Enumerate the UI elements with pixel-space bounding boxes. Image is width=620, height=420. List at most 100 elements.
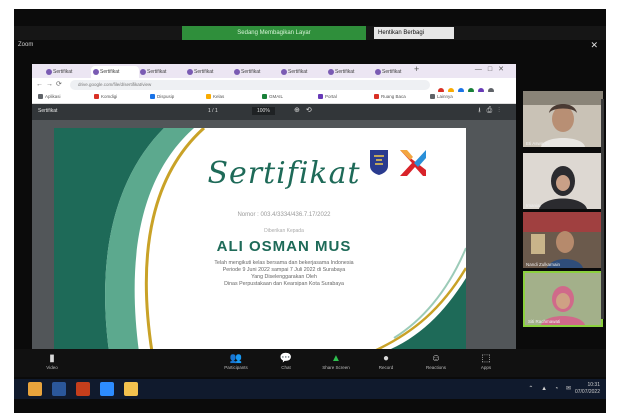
bookmark-icon bbox=[94, 94, 99, 99]
pdf-viewer: Sertifikat Nomor : 003.4/3334/436.7.17/2… bbox=[32, 120, 516, 352]
control-label: Share Screen bbox=[322, 365, 350, 370]
participant-tile[interactable]: Eti Aswarmi bbox=[523, 91, 603, 147]
stop-share-button[interactable]: Hentikan Berbagi bbox=[374, 27, 454, 39]
bookmark-icon bbox=[206, 94, 211, 99]
participant-tile[interactable]: Imaniar bbox=[523, 153, 603, 209]
download-print-menu-icons[interactable]: ⭳⎙⋮ bbox=[478, 106, 506, 117]
record-icon: ● bbox=[382, 353, 390, 364]
reactions-icon: ☺ bbox=[430, 353, 442, 364]
screen-frame: Sedang Membagikan Layar Hentikan Berbagi… bbox=[14, 9, 606, 413]
bookmark-icon bbox=[318, 94, 323, 99]
apps-button[interactable]: ⬚ Apps bbox=[460, 352, 512, 370]
browser-tab[interactable]: Sertifikat bbox=[326, 66, 374, 78]
participants-scrollbar[interactable] bbox=[601, 99, 604, 319]
bookmark-icon bbox=[262, 94, 267, 99]
reactions-button[interactable]: ☺ Reactions bbox=[410, 352, 462, 370]
surabaya-crest-icon bbox=[370, 150, 388, 175]
browser-tab[interactable]: Sertifikat bbox=[44, 66, 92, 78]
browser-tab[interactable]: Sertifikat bbox=[91, 66, 139, 78]
program-logo-icon bbox=[400, 150, 426, 176]
zoom-rotate-icons[interactable]: ⊕⟲ bbox=[294, 106, 318, 114]
sharing-notice: Sedang Membagikan Layar bbox=[182, 26, 366, 40]
control-label: Video bbox=[46, 365, 58, 370]
record-button[interactable]: ● Record bbox=[360, 352, 412, 370]
participant-name: Siti Rachmawati bbox=[528, 319, 561, 324]
tab-favicon-icon bbox=[46, 69, 52, 75]
tab-label: Sertifikat bbox=[100, 69, 120, 75]
chat-button[interactable]: 💬 Chat bbox=[260, 352, 312, 370]
tab-bar: Sertifikat Sertifikat Sertifikat Sertifikat… bbox=[32, 64, 516, 78]
participant-video bbox=[523, 212, 603, 268]
participant-name: Eti Aswarmi bbox=[526, 141, 550, 146]
participants-icon: 👥 bbox=[229, 353, 243, 364]
control-label: Apps bbox=[480, 365, 492, 370]
tab-label: Sertifikat bbox=[147, 69, 167, 75]
word-icon[interactable] bbox=[52, 382, 66, 396]
bookmark-icon bbox=[430, 94, 435, 99]
chrome-icon[interactable] bbox=[28, 382, 42, 396]
control-label: Reactions bbox=[425, 365, 446, 370]
tab-favicon-icon bbox=[375, 69, 381, 75]
participants-button[interactable]: 👥 Participants bbox=[210, 352, 262, 370]
bookmark-label: Komdigi bbox=[101, 94, 118, 99]
control-label: Participants bbox=[224, 365, 248, 370]
new-tab-button[interactable]: + bbox=[414, 64, 419, 74]
tab-label: Sertifikat bbox=[194, 69, 214, 75]
certificate-body: Telah mengikuti kelas bersama dan bekerj… bbox=[166, 260, 402, 288]
bookmark-label: GMAIL bbox=[269, 94, 284, 99]
screen-share-banner: Sedang Membagikan Layar Hentikan Berbagi bbox=[14, 26, 606, 40]
url-input[interactable]: drive.google.com/file/d/sertifikat/view bbox=[70, 80, 430, 90]
bookmark-item[interactable]: Dispusip bbox=[150, 94, 174, 99]
bookmark-item[interactable]: Ruang Baca bbox=[374, 94, 406, 99]
camera-button[interactable]: ▮ Video bbox=[26, 352, 78, 370]
bookmark-icon bbox=[374, 94, 379, 99]
recipient-name: ALI OSMAN MUS bbox=[216, 238, 352, 255]
window-controls[interactable]: —□✕ bbox=[475, 65, 510, 73]
participant-tile-active-speaker[interactable]: Siti Rachmawati bbox=[523, 271, 603, 327]
navigation-buttons[interactable]: ←→⟳ bbox=[36, 80, 65, 88]
system-tray[interactable]: ⌃ ▲ ◔ ✉ bbox=[528, 385, 574, 392]
tab-label: Sertifikat bbox=[382, 69, 402, 75]
given-to-label: Diberikan Kepada bbox=[264, 228, 304, 234]
zoom-level[interactable]: 100% bbox=[252, 107, 275, 115]
participant-tile[interactable]: Nandi Zulkarnain bbox=[523, 212, 603, 268]
chat-icon: 💬 bbox=[279, 353, 293, 364]
bookmark-item[interactable]: Aplikasi bbox=[38, 94, 61, 99]
browser-tab[interactable]: Sertifikat bbox=[185, 66, 233, 78]
bookmark-label: Dispusip bbox=[157, 94, 175, 99]
explorer-icon[interactable] bbox=[124, 382, 138, 396]
bookmark-item[interactable]: Portal bbox=[318, 94, 337, 99]
browser-tab[interactable]: Sertifikat bbox=[232, 66, 280, 78]
participant-video bbox=[523, 91, 603, 147]
zoom-app-icon[interactable] bbox=[100, 382, 114, 396]
close-icon[interactable]: ✕ bbox=[590, 40, 598, 51]
browser-tab[interactable]: Sertifikat bbox=[279, 66, 327, 78]
participant-video bbox=[523, 153, 603, 209]
tab-favicon-icon bbox=[281, 69, 287, 75]
camera-icon: ▮ bbox=[49, 353, 55, 364]
participant-name: Nandi Zulkarnain bbox=[526, 262, 561, 267]
extension-icons bbox=[438, 81, 508, 94]
bookmark-item[interactable]: Lainnya bbox=[430, 94, 453, 99]
zoom-window-label: Zoom bbox=[18, 42, 34, 48]
bookmark-label: Lainnya bbox=[437, 94, 453, 99]
certificate-body-line: Dinas Perpustakaan dan Kearsipan Kota Su… bbox=[224, 281, 344, 287]
tab-label: Sertifikat bbox=[241, 69, 261, 75]
participant-name: Imaniar bbox=[526, 203, 542, 208]
address-bar: ←→⟳ drive.google.com/file/d/sertifikat/v… bbox=[32, 78, 516, 94]
share-screen-button[interactable]: ▲ Share Screen bbox=[310, 352, 362, 370]
bookmark-item[interactable]: GMAIL bbox=[262, 94, 283, 99]
bookmark-item[interactable]: Kelas bbox=[206, 94, 224, 99]
browser-tab[interactable]: Sertifikat bbox=[138, 66, 186, 78]
bookmarks-bar: Aplikasi Komdigi Dispusip Kelas GMAIL Portal R… bbox=[32, 92, 516, 104]
tab-favicon-icon bbox=[234, 69, 240, 75]
bookmark-item[interactable]: Komdigi bbox=[94, 94, 117, 99]
meeting-controls-bar: ▮ Video 👥 Participants 💬 Chat ▲ Share Screen ● Re… bbox=[14, 349, 606, 377]
certificate-page: Sertifikat Nomor : 003.4/3334/436.7.17/2… bbox=[54, 128, 466, 352]
bookmark-label: Portal bbox=[325, 94, 337, 99]
tab-label: Sertifikat bbox=[53, 69, 73, 75]
page-indicator[interactable]: 1 / 1 bbox=[208, 108, 218, 114]
powerpoint-icon[interactable] bbox=[76, 382, 90, 396]
certificate-number: Nomor : 003.4/3334/436.7.17/2022 bbox=[237, 212, 331, 218]
tab-label: Sertifikat bbox=[288, 69, 308, 75]
